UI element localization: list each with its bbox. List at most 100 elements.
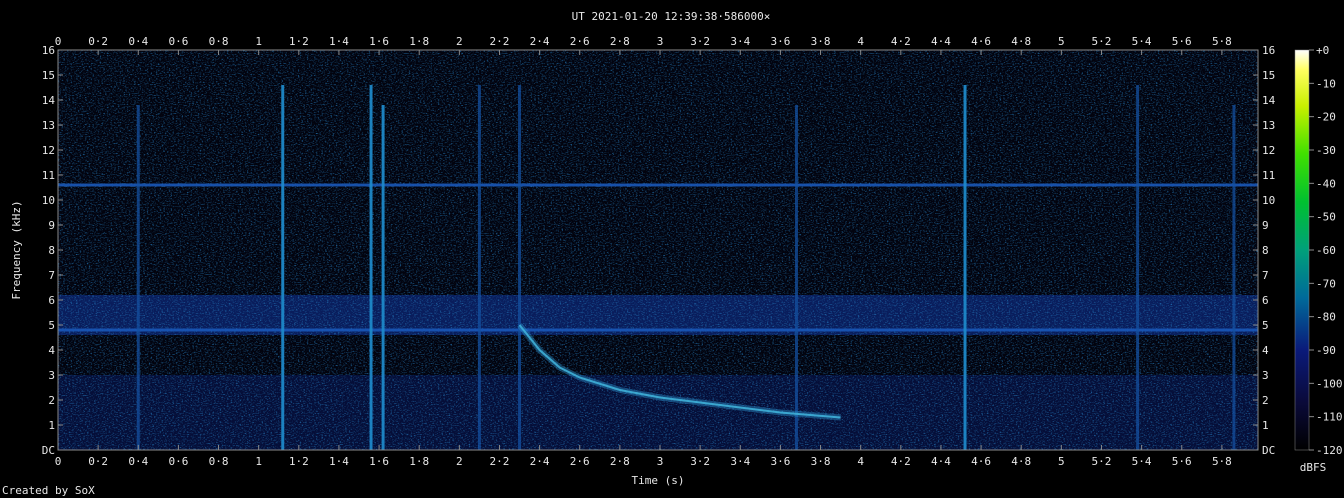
x-tick-label: 1·4 [329, 35, 349, 48]
y-tick-label: 1 [1262, 419, 1269, 432]
x-tick-label: 1·8 [409, 455, 429, 468]
y-tick-label: DC [42, 444, 55, 457]
x-tick-label: 4·4 [931, 35, 951, 48]
x-tick-label: 4·6 [971, 455, 991, 468]
x-tick-label: 4·8 [1011, 35, 1031, 48]
colorbar-tick-label: -30 [1316, 144, 1336, 157]
x-tick-label: 3 [657, 455, 664, 468]
x-tick-label: 5·2 [1092, 35, 1112, 48]
x-tick-label: 2 [456, 35, 463, 48]
x-tick-label: 4·4 [931, 455, 951, 468]
colorbar-tick-label: +0 [1316, 44, 1329, 57]
x-tick-label: 3·8 [811, 35, 831, 48]
x-tick-label: 0·8 [209, 35, 229, 48]
chart-title: UT 2021-01-20 12:39:38·586000× [572, 10, 771, 23]
y-tick-label: 8 [48, 244, 55, 257]
x-tick-label: 1·2 [289, 455, 309, 468]
sferic-impulse [1232, 105, 1236, 450]
x-tick-label: 1·2 [289, 35, 309, 48]
y-tick-label: 8 [1262, 244, 1269, 257]
y-tick-label: 6 [1262, 294, 1269, 307]
x-tick-label: 1 [255, 35, 262, 48]
colorbar-ticks: +0 -10 -20 -30 -40 -50 -60 -70 -80 -90 -100 -110 -12… [1309, 44, 1343, 457]
x-tick-label: 4 [857, 35, 864, 48]
y-tick-label: 10 [1262, 194, 1275, 207]
y-tick-label: 11 [1262, 169, 1275, 182]
y-tick-label: 12 [1262, 144, 1275, 157]
sferic-impulse [1136, 85, 1140, 450]
x-tick-label: 2·8 [610, 35, 630, 48]
x-tick-label: 1·6 [369, 35, 389, 48]
x-tick-label: 1·6 [369, 455, 389, 468]
x-tick-label: 3·4 [730, 455, 750, 468]
x-tick-label: 5·6 [1172, 35, 1192, 48]
x-tick-label: 4·8 [1011, 455, 1031, 468]
y-tick-label: 6 [48, 294, 55, 307]
y-tick-label: 16 [1262, 44, 1275, 57]
y-tick-label: 12 [42, 144, 55, 157]
y-tick-label: 11 [42, 169, 55, 182]
x-tick-label: 3·6 [770, 455, 790, 468]
x-tick-label: 0 [55, 455, 62, 468]
y-tick-label: 3 [48, 369, 55, 382]
colorbar-tick-label: -110 [1316, 411, 1343, 424]
x-tick-label: 5·8 [1212, 35, 1232, 48]
colorbar-tick-label: -40 [1316, 177, 1336, 190]
y-tick-label: 2 [48, 394, 55, 407]
x-tick-label: 1·8 [409, 35, 429, 48]
noise-speckle [58, 50, 1258, 450]
colorbar-tick-label: -80 [1316, 311, 1336, 324]
y-tick-label: 16 [42, 44, 55, 57]
y-tick-label: 3 [1262, 369, 1269, 382]
y-tick-label: 9 [1262, 219, 1269, 232]
sferic-impulse [477, 85, 481, 450]
sferic-impulse [281, 85, 285, 450]
x-tick-label: 3·8 [811, 455, 831, 468]
y-tick-label: 5 [48, 319, 55, 332]
x-tick-label: 2·6 [570, 455, 590, 468]
y-tick-label: 5 [1262, 319, 1269, 332]
colorbar [1294, 49, 1310, 451]
x-tick-label: 0·6 [168, 35, 188, 48]
x-tick-label: 5·8 [1212, 455, 1232, 468]
colorbar-tick-label: -20 [1316, 111, 1336, 124]
y-tick-label: 14 [42, 94, 56, 107]
sferic-impulse [369, 85, 373, 450]
x-tick-label: 2·2 [490, 35, 510, 48]
y-tick-label: 13 [42, 119, 55, 132]
x-tick-label: 2·4 [530, 455, 550, 468]
x-tick-label: 5 [1058, 35, 1065, 48]
x-tick-label: 5·4 [1132, 455, 1152, 468]
tone-line [58, 328, 1258, 332]
y-tick-label: 7 [1262, 269, 1269, 282]
x-tick-label: 0·6 [168, 455, 188, 468]
x-tick-label: 3·2 [690, 455, 710, 468]
x-tick-label: 3·2 [690, 35, 710, 48]
colorbar-tick-label: -90 [1316, 344, 1336, 357]
sferic-impulse [136, 105, 140, 450]
x-tick-label: 0·4 [128, 455, 148, 468]
x-tick-label: 2·4 [530, 35, 550, 48]
x-axis-label: Time (s) [632, 474, 685, 487]
tone-line [58, 183, 1258, 187]
sferic-impulse [381, 105, 385, 450]
x-tick-label: 2 [456, 455, 463, 468]
y-tick-label: 10 [42, 194, 55, 207]
x-tick-label: 0·4 [128, 35, 148, 48]
y-axis-label: Frequency (kHz) [10, 200, 23, 299]
x-tick-label: 4 [857, 455, 864, 468]
y-tick-label: 9 [48, 219, 55, 232]
credit-text: Created by SoX [2, 484, 95, 497]
sferic-impulse [794, 105, 798, 450]
x-tick-label: 3·6 [770, 35, 790, 48]
x-tick-label: 1·4 [329, 455, 349, 468]
colorbar-tick-label: -50 [1316, 211, 1336, 224]
x-tick-label: 4·2 [891, 35, 911, 48]
x-tick-label: 0·2 [88, 35, 108, 48]
colorbar-tick-label: -10 [1316, 77, 1336, 90]
x-tick-label: 0·2 [88, 455, 108, 468]
x-tick-label: 3 [657, 35, 664, 48]
x-tick-label: 4·2 [891, 455, 911, 468]
colorbar-tick-label: -70 [1316, 277, 1336, 290]
sferic-impulse [963, 85, 967, 450]
